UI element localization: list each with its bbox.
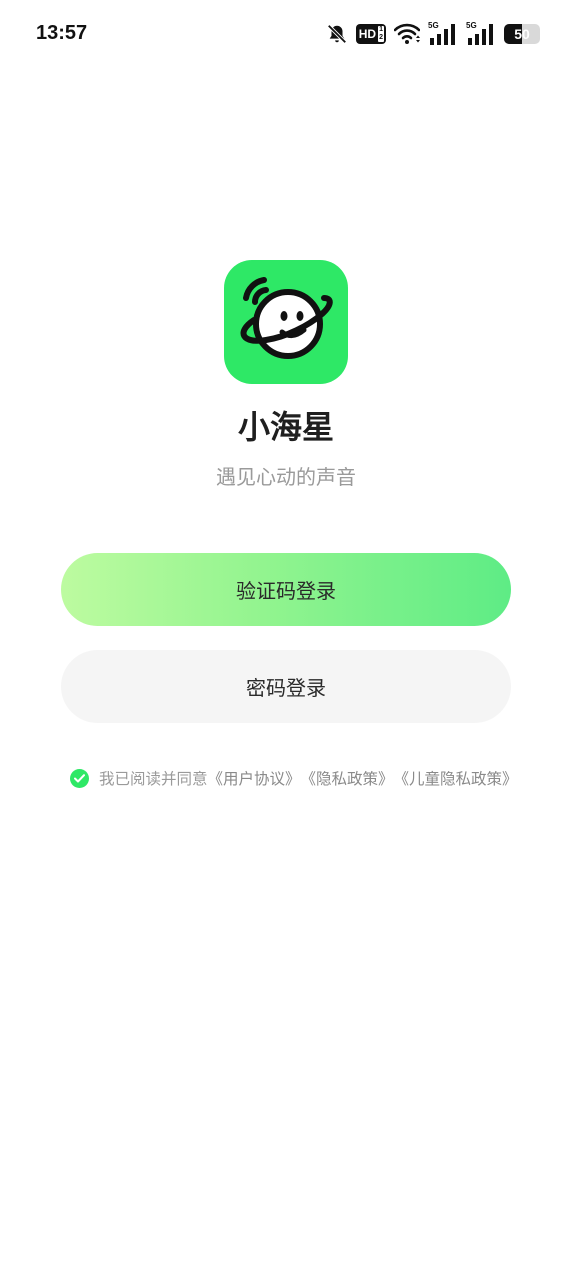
- signal-5g-icon: 5G: [466, 21, 496, 46]
- hd-sub-bottom: 2: [379, 34, 383, 41]
- signal-5g-icon: 5G: [428, 21, 458, 46]
- agreement-row: 我已阅读并同意 《用户协议》 《隐私政策》 《儿童隐私政策》: [70, 765, 518, 791]
- user-agreement-link[interactable]: 《用户协议》: [208, 767, 301, 789]
- status-icons: HD 1 2 5G 5G 50: [326, 21, 540, 46]
- battery-level: 50: [514, 26, 530, 42]
- agreement-checkbox[interactable]: [70, 768, 89, 788]
- hd-sub-top: 1: [379, 26, 383, 33]
- status-time: 13:57: [36, 22, 88, 44]
- app-slogan: 遇见心动的声音: [216, 465, 356, 489]
- sms-login-button[interactable]: 验证码登录: [61, 553, 511, 626]
- wifi-icon: [394, 22, 420, 46]
- battery-body: 50: [504, 24, 540, 44]
- privacy-policy-link[interactable]: 《隐私政策》: [301, 767, 394, 789]
- bell-muted-icon: [326, 22, 348, 46]
- app-logo: [224, 260, 348, 384]
- battery-icon: 50: [504, 22, 540, 46]
- hd-label: HD: [358, 27, 377, 41]
- login-screen: 13:57 HD 1 2 5G 5G 50 小海星 遇见心动的声音 验证码登录 …: [0, 0, 572, 1279]
- password-login-button[interactable]: 密码登录: [61, 650, 511, 723]
- hd-icon: HD 1 2: [355, 24, 386, 44]
- hd-sub: 1 2: [378, 26, 384, 42]
- status-bar: 13:57 HD 1 2 5G 5G 50: [0, 0, 572, 70]
- app-name: 小海星: [237, 408, 334, 446]
- agreement-prefix: 我已阅读并同意: [99, 770, 208, 788]
- checkmark-icon: [74, 773, 85, 782]
- planet-mascot-icon: [240, 277, 333, 359]
- child-privacy-policy-link[interactable]: 《儿童隐私政策》: [394, 767, 518, 789]
